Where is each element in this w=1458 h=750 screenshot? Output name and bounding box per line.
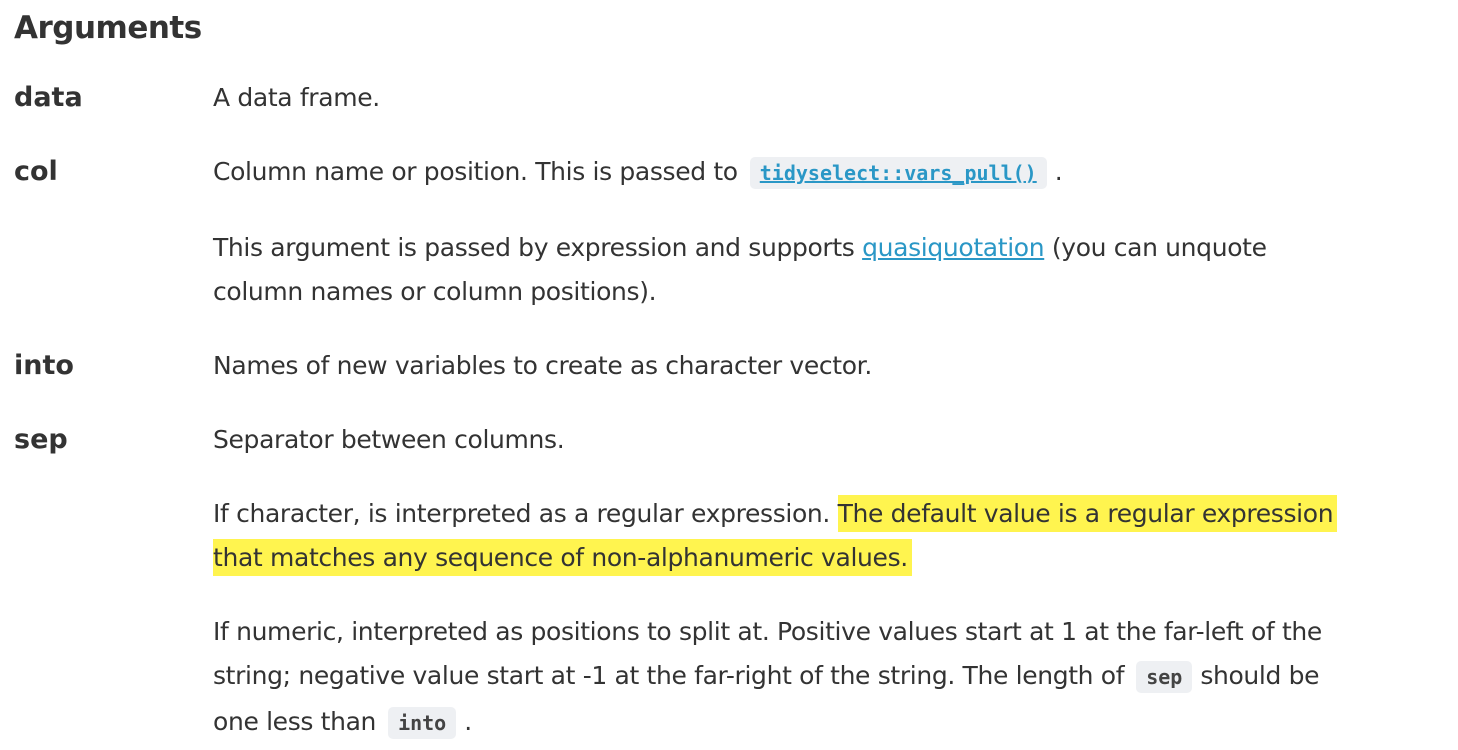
arg-into-text: Names of new variables to create as char… — [213, 351, 872, 380]
arg-col-text: Column name or position. This is passed … — [213, 157, 738, 186]
code-into: into — [388, 707, 457, 739]
arg-col-quasi-text: This argument is passed by expression an… — [213, 233, 855, 262]
arg-sep-numeric-period: . — [464, 707, 472, 736]
arg-sep-numeric-text3: should be — [1200, 661, 1320, 690]
arg-sep-numeric-line1: If numeric, interpreted as positions to … — [213, 610, 1448, 654]
arg-data-text: A data frame. — [213, 83, 380, 112]
arg-col-quasi-line2-text: column names or column positions). — [213, 277, 657, 306]
arg-sep-character-line1: If character, is interpreted as a regula… — [213, 492, 1448, 536]
arg-name-data: data — [14, 82, 83, 113]
section-heading: Arguments — [14, 10, 202, 46]
quasiquotation-link[interactable]: quasiquotation — [862, 233, 1044, 262]
arg-data-description: A data frame. — [213, 76, 1448, 120]
arg-sep-text: Separator between columns. — [213, 425, 565, 454]
code-sep: sep — [1136, 661, 1193, 693]
arg-col-quasi-line1: This argument is passed by expression an… — [213, 226, 1448, 270]
arg-name-into: into — [14, 350, 74, 381]
arg-col-quasi-line2: column names or column positions). — [213, 270, 1448, 314]
highlighted-text-line2: that matches any sequence of non-alphanu… — [213, 539, 912, 576]
arg-col-period: . — [1054, 157, 1063, 186]
arg-sep-numeric-line2: string; negative value start at -1 at th… — [213, 654, 1448, 699]
arg-sep-numeric-text2: string; negative value start at -1 at th… — [213, 661, 1125, 690]
arg-sep-numeric-text4: one less than — [213, 707, 377, 736]
arg-col-description: Column name or position. This is passed … — [213, 150, 1448, 195]
arg-sep-character-text: If character, is interpreted as a regula… — [213, 499, 830, 528]
arg-name-col: col — [14, 156, 58, 187]
arg-name-sep: sep — [14, 424, 68, 455]
arg-col-quasi-after: (you can unquote — [1051, 233, 1267, 262]
highlighted-text-line1: The default value is a regular expressio… — [837, 495, 1338, 532]
arg-sep-character-line2: that matches any sequence of non-alphanu… — [213, 536, 1448, 580]
arg-sep-description: Separator between columns. — [213, 418, 1448, 462]
vars-pull-link[interactable]: tidyselect::vars_pull() — [749, 157, 1047, 189]
arg-sep-numeric-text1: If numeric, interpreted as positions to … — [213, 617, 1322, 646]
arg-into-description: Names of new variables to create as char… — [213, 344, 1448, 388]
arg-sep-numeric-line3: one less than into. — [213, 700, 1448, 745]
